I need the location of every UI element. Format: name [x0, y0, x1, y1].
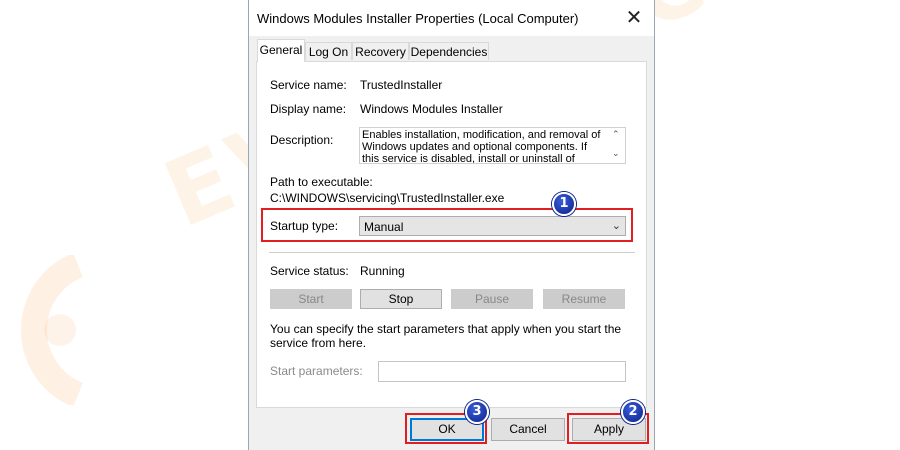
- display-name-value: Windows Modules Installer: [360, 102, 503, 116]
- pause-button[interactable]: Pause: [451, 289, 533, 309]
- tab-dependencies[interactable]: Dependencies: [409, 42, 489, 60]
- close-icon: ✕: [625, 7, 643, 29]
- dialog-title: Windows Modules Installer Properties (Lo…: [257, 11, 579, 26]
- step-badge-3: 3: [465, 400, 489, 424]
- step-badge-2: 2: [621, 400, 645, 424]
- start-button[interactable]: Start: [270, 289, 352, 309]
- start-params-hint: You can specify the start parameters tha…: [270, 322, 622, 350]
- step-badge-1: 1: [552, 192, 576, 216]
- cancel-button[interactable]: Cancel: [491, 418, 565, 441]
- resume-button[interactable]: Resume: [543, 289, 625, 309]
- divider: [269, 252, 635, 253]
- scroll-up-icon[interactable]: ⌃: [612, 129, 620, 140]
- description-text: Enables installation, modification, and …: [362, 129, 601, 164]
- stop-button[interactable]: Stop: [360, 289, 442, 309]
- scroll-down-icon[interactable]: ⌄: [612, 148, 620, 159]
- tab-log-on[interactable]: Log On: [305, 42, 352, 60]
- tab-recovery[interactable]: Recovery: [352, 42, 409, 60]
- close-button[interactable]: ✕: [619, 4, 649, 32]
- description-label: Description:: [270, 133, 334, 147]
- description-scrollbar[interactable]: ⌃ ⌄: [609, 128, 625, 163]
- tab-general[interactable]: General: [257, 39, 305, 62]
- display-name-label: Display name:: [270, 102, 347, 116]
- path-value: C:\WINDOWS\servicing\TrustedInstaller.ex…: [270, 191, 505, 205]
- service-name-label: Service name:: [270, 78, 347, 92]
- title-bar: Windows Modules Installer Properties (Lo…: [249, 0, 654, 36]
- service-status-label: Service status:: [270, 264, 349, 278]
- startup-type-highlight: [261, 208, 633, 242]
- start-parameters-label: Start parameters:: [270, 364, 363, 378]
- start-parameters-input[interactable]: [378, 361, 626, 382]
- path-label: Path to executable:: [270, 175, 373, 189]
- description-box[interactable]: Enables installation, modification, and …: [359, 127, 626, 164]
- service-status-value: Running: [360, 264, 405, 278]
- service-name-value: TrustedInstaller: [360, 78, 443, 92]
- watermark-logo: [20, 255, 84, 405]
